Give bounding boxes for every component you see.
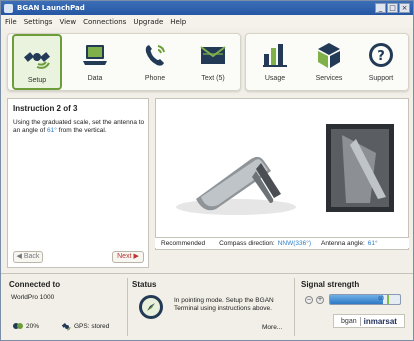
signal-panel: Signal strength − + 60 bgan inmarsat <box>297 278 409 336</box>
status-divider <box>1 273 413 274</box>
status-message: In pointing mode. Setup the BGAN Termina… <box>174 297 274 312</box>
antenna-angle-value: 61° <box>367 239 378 247</box>
data-button[interactable]: Data <box>70 34 120 90</box>
more-link[interactable]: More... <box>262 324 282 331</box>
signal-value: 60 <box>378 296 384 302</box>
main-toolbar: Setup Data Phone Text (5) Usage Services… <box>7 33 409 95</box>
brand-divider <box>359 316 361 326</box>
compass-icon <box>139 295 163 319</box>
phone-label: Phone <box>144 75 166 82</box>
menu-bar: File Settings View Connections Upgrade H… <box>1 15 413 28</box>
menu-view[interactable]: View <box>59 18 76 26</box>
signal-fill <box>330 295 384 304</box>
signal-meter: 60 <box>329 294 401 305</box>
battery-level: 20% <box>26 322 40 330</box>
antenna-image <box>176 124 394 215</box>
usage-button[interactable]: Usage <box>250 34 300 90</box>
signal-increase-button[interactable]: + <box>316 296 324 304</box>
antenna-angle-label: Antenna angle: <box>321 239 365 247</box>
menu-upgrade[interactable]: Upgrade <box>133 18 163 26</box>
recommended-label: Recommended <box>161 239 206 247</box>
toolbar-group-main: Setup Data Phone Text (5) <box>7 33 241 91</box>
phone-button[interactable]: Phone <box>130 34 180 90</box>
svg-text:?: ? <box>377 49 385 64</box>
satellite-icon <box>24 52 50 69</box>
minimize-button[interactable]: _ <box>375 3 386 13</box>
text-label: Text (5) <box>201 75 225 82</box>
compass-value: NNW(336°) <box>277 239 312 247</box>
setup-button[interactable]: Setup <box>12 34 62 90</box>
status-title: Status <box>132 280 157 289</box>
inmarsat-logo-text: inmarsat <box>363 316 397 326</box>
back-button[interactable]: ◀ Back <box>13 251 43 263</box>
gps-satellite-icon <box>61 322 71 331</box>
question-icon: ? <box>369 43 393 67</box>
device-name: WorldPro 1000 <box>11 294 55 301</box>
app-icon <box>4 3 13 13</box>
brand-logo: bgan inmarsat <box>333 314 405 328</box>
connection-panel: Connected to WorldPro 1000 20% GPS: stor… <box>7 278 125 336</box>
app-window: BGAN LaunchPad _ □ × File Settings View … <box>0 0 414 341</box>
text-button[interactable]: Text (5) <box>188 34 238 90</box>
cube-icon <box>318 43 340 68</box>
title-bar: BGAN LaunchPad _ □ × <box>1 1 413 15</box>
support-button[interactable]: ? Support <box>356 34 406 90</box>
signal-decrease-button[interactable]: − <box>305 296 313 304</box>
recommended-bar: Recommended Compass direction: NNW(336°)… <box>155 237 409 248</box>
menu-file[interactable]: File <box>5 18 17 26</box>
menu-help[interactable]: Help <box>170 18 186 26</box>
data-label: Data <box>87 75 103 82</box>
services-label: Services <box>315 75 343 82</box>
menu-settings[interactable]: Settings <box>24 18 53 26</box>
bar-chart-icon <box>263 44 287 67</box>
signal-title: Signal strength <box>301 280 360 289</box>
usage-label: Usage <box>264 75 286 82</box>
bgan-logo-text: bgan <box>341 317 357 325</box>
phone-icon <box>145 45 165 66</box>
support-label: Support <box>368 75 394 82</box>
instruction-text-after: from the vertical. <box>56 127 107 134</box>
signal-target-marker <box>387 295 390 304</box>
instruction-text: Using the graduated scale, set the anten… <box>13 119 145 135</box>
gps-text: GPS: stored <box>74 323 110 330</box>
close-button[interactable]: × <box>399 3 410 13</box>
instruction-angle: 61° <box>46 127 57 134</box>
maximize-button[interactable]: □ <box>387 3 398 13</box>
battery-icon <box>13 323 23 329</box>
laptop-icon <box>83 45 107 65</box>
next-button[interactable]: Next ▶ <box>112 251 144 263</box>
instruction-panel: Instruction 2 of 3 Using the graduated s… <box>7 98 149 268</box>
battery-status: 20% <box>13 322 39 330</box>
instruction-title: Instruction 2 of 3 <box>13 104 78 113</box>
status-panel: Status In pointing mode. Setup the BGAN … <box>127 278 295 336</box>
setup-label: Setup <box>27 77 47 84</box>
compass-label: Compass direction: <box>219 239 275 247</box>
window-title: BGAN LaunchPad <box>17 4 85 12</box>
connection-title: Connected to <box>9 280 61 289</box>
antenna-illustration <box>155 98 409 250</box>
window-controls: _ □ × <box>375 3 410 13</box>
menu-connections[interactable]: Connections <box>83 18 126 26</box>
envelope-icon <box>200 46 226 64</box>
services-button[interactable]: Services <box>304 34 354 90</box>
gps-status: GPS: stored <box>61 322 109 331</box>
toolbar-group-info: Usage Services ? Support <box>245 33 409 91</box>
